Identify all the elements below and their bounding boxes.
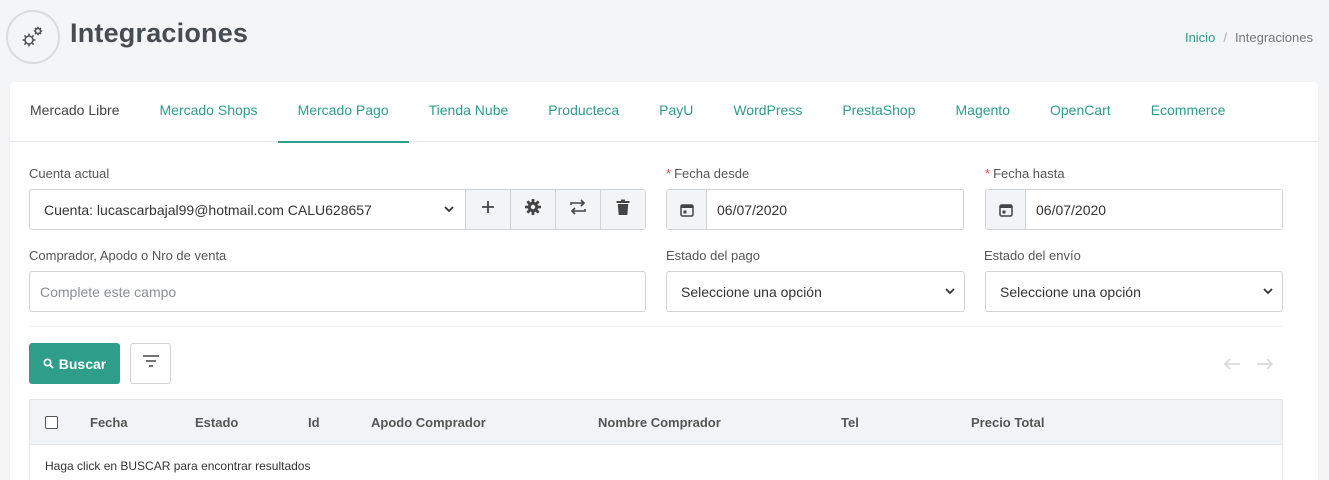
search-button-label: Buscar [58, 355, 107, 372]
required-mark: * [985, 166, 991, 181]
account-label: Cuenta actual [29, 166, 110, 181]
delete-account-button[interactable] [600, 190, 645, 229]
tab-prestashop[interactable]: PrestaShop [822, 82, 935, 142]
integration-tabs: Mercado Libre Mercado Shops Mercado Pago… [10, 82, 1318, 143]
plus-icon [481, 200, 495, 219]
column-header[interactable]: Nombre Comprador [598, 415, 721, 430]
account-select-value: Cuenta: lucascarbajal99@hotmail.com CALU… [44, 201, 372, 218]
arrow-left-icon[interactable] [1222, 354, 1242, 374]
tab-opencart[interactable]: OpenCart [1030, 82, 1131, 142]
account-select[interactable]: Cuenta: lucascarbajal99@hotmail.com CALU… [30, 190, 465, 229]
buyer-search-label: Comprador, Apodo o Nro de venta [29, 248, 227, 263]
tab-mercado-libre[interactable]: Mercado Libre [10, 82, 140, 142]
tab-wordpress[interactable]: WordPress [713, 82, 822, 142]
gear-icon [524, 198, 542, 221]
select-all-checkbox[interactable] [45, 416, 58, 429]
payment-status-select[interactable]: Seleccione una opción [666, 271, 965, 312]
chevron-down-icon [443, 202, 455, 218]
date-to-input[interactable] [1026, 190, 1282, 229]
column-header[interactable]: Estado [195, 415, 238, 430]
breadcrumb-current: Integraciones [1234, 30, 1313, 45]
chevron-down-icon [944, 284, 956, 300]
date-to-group [985, 189, 1283, 230]
account-select-group: Cuenta: lucascarbajal99@hotmail.com CALU… [29, 189, 646, 230]
column-header[interactable]: Fecha [90, 415, 128, 430]
search-icon [43, 356, 54, 372]
gears-icon [6, 10, 60, 64]
breadcrumb: Inicio / Integraciones [1185, 30, 1313, 45]
filter-icon [142, 354, 160, 373]
buyer-search-input[interactable] [29, 271, 646, 312]
page-title: Integraciones [70, 18, 249, 48]
switch-account-button[interactable] [555, 190, 600, 229]
chevron-down-icon [1262, 284, 1274, 300]
column-header[interactable]: Id [308, 415, 320, 430]
search-button[interactable]: Buscar [29, 343, 120, 384]
tab-magento[interactable]: Magento [936, 82, 1030, 142]
account-settings-button[interactable] [510, 190, 555, 229]
date-to-label: * Fecha hasta [985, 166, 1065, 181]
tab-payu[interactable]: PayU [639, 82, 713, 142]
date-from-input[interactable] [707, 190, 963, 229]
swap-icon [569, 199, 587, 220]
breadcrumb-separator: / [1223, 30, 1227, 45]
page-header: Integraciones Inicio / Integraciones [0, 0, 1329, 76]
arrow-right-icon[interactable] [1255, 354, 1275, 374]
tab-tienda-nube[interactable]: Tienda Nube [409, 82, 529, 142]
required-mark: * [666, 166, 672, 181]
column-header[interactable]: Apodo Comprador [371, 415, 486, 430]
payment-status-value: Seleccione una opción [681, 283, 822, 300]
shipping-status-select[interactable]: Seleccione una opción [985, 271, 1283, 312]
form-divider [29, 326, 1283, 327]
date-from-label: * Fecha desde [666, 166, 750, 181]
shipping-status-value: Seleccione una opción [1000, 283, 1141, 300]
breadcrumb-home-link[interactable]: Inicio [1185, 30, 1215, 45]
tab-ecommerce[interactable]: Ecommerce [1131, 82, 1246, 142]
filter-button[interactable] [130, 343, 171, 384]
add-account-button[interactable] [465, 190, 510, 229]
tab-producteca[interactable]: Producteca [528, 82, 639, 142]
integrations-card: Mercado Libre Mercado Shops Mercado Pago… [10, 82, 1318, 480]
trash-icon [616, 199, 630, 220]
payment-status-label: Estado del pago [666, 248, 760, 263]
results-table-header: Fecha Estado Id Apodo Comprador Nombre C… [29, 399, 1283, 445]
calendar-icon[interactable] [667, 190, 707, 229]
column-header[interactable]: Tel [841, 415, 859, 430]
shipping-status-label: Estado del envío [984, 248, 1081, 263]
tab-mercado-pago[interactable]: Mercado Pago [277, 82, 409, 143]
tab-mercado-shops[interactable]: Mercado Shops [140, 82, 278, 142]
column-header[interactable]: Precio Total [971, 415, 1044, 430]
calendar-icon[interactable] [986, 190, 1026, 229]
date-from-group [666, 189, 964, 230]
empty-results-message: Haga click en BUSCAR para encontrar resu… [45, 459, 311, 473]
results-table-body: Haga click en BUSCAR para encontrar resu… [29, 444, 1283, 480]
